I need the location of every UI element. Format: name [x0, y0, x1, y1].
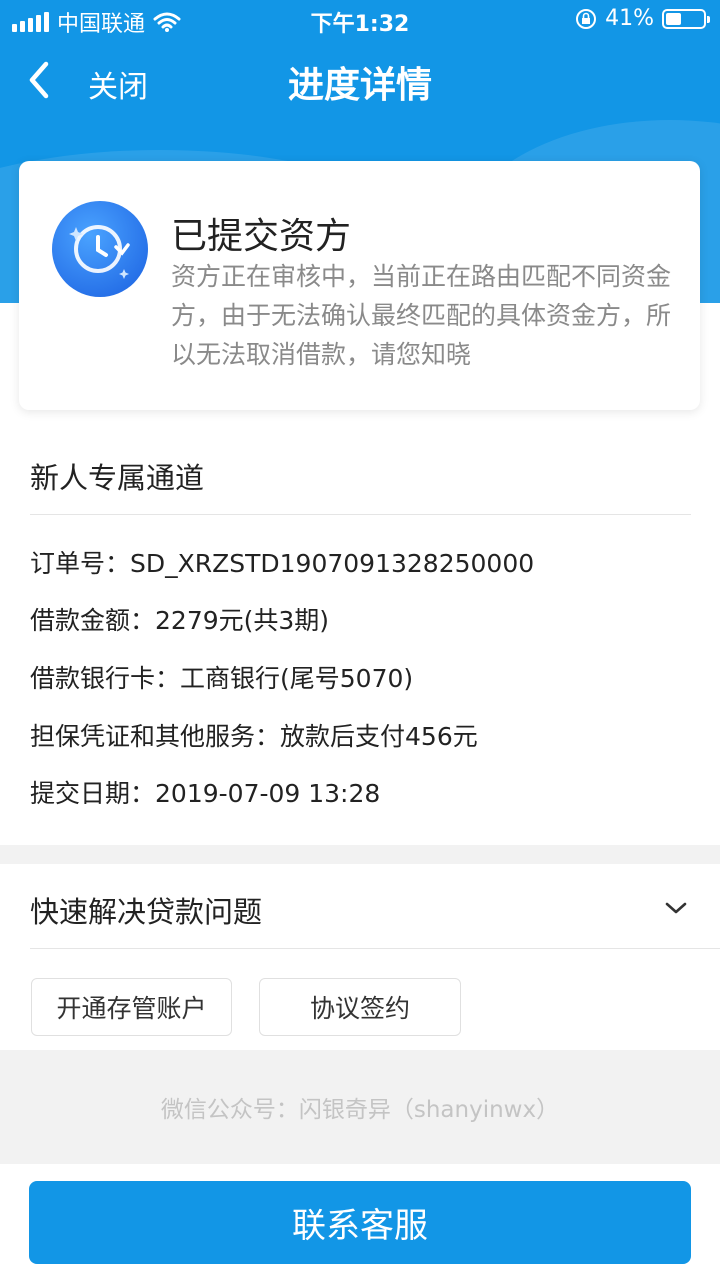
battery-percent: 41%: [605, 6, 654, 31]
row-label: 借款金额：: [30, 606, 156, 635]
row-value: 放款后支付456元: [280, 722, 478, 751]
chevron-down-icon[interactable]: [664, 896, 688, 920]
page-title: 进度详情: [287, 65, 432, 106]
loan-amount-row: 借款金额：2279元(共3期): [30, 601, 329, 637]
order-number-row: 订单号：SD_XRZSTD1907091328250000: [30, 544, 534, 580]
footer: 微信公众号：闪银奇异（shanyinwx）: [0, 1050, 720, 1164]
battery-fill: [666, 12, 681, 25]
submit-date-row: 提交日期：2019-07-09 13:28: [30, 774, 380, 810]
status-card: 已提交资方 资方正在审核中，当前正在路由匹配不同资金方，由于无法确认最终匹配的具…: [19, 161, 700, 410]
row-value: 2019-07-09 13:28: [155, 779, 381, 808]
bank-card-row: 借款银行卡：工商银行(尾号5070): [30, 659, 413, 695]
status-bar: 中国联通 下午1:32 41%: [0, 0, 720, 40]
divider: [30, 948, 720, 949]
contact-service-button[interactable]: 联系客服: [29, 1181, 691, 1264]
row-value: 2279元(共3期): [155, 606, 330, 635]
row-label: 担保凭证和其他服务：: [30, 722, 281, 751]
open-custody-account-button[interactable]: 开通存管账户: [31, 978, 232, 1036]
guarantee-row: 担保凭证和其他服务：放款后支付456元: [30, 717, 478, 753]
status-title: 已提交资方: [171, 216, 352, 257]
row-label: 订单号：: [30, 549, 131, 578]
row-value: SD_XRZSTD1907091328250000: [130, 549, 535, 578]
agreement-signing-button[interactable]: 协议签约: [259, 978, 461, 1036]
row-label: 提交日期：: [30, 779, 156, 808]
nav-bar: 关闭 进度详情: [0, 40, 720, 120]
section-gap: [0, 845, 720, 864]
rotation-lock-icon: [576, 8, 597, 29]
wechat-account-text: 微信公众号：闪银奇异（shanyinwx）: [160, 1097, 560, 1123]
row-value: 工商银行(尾号5070): [180, 664, 414, 693]
clock-refresh-icon: [52, 201, 148, 297]
status-description: 资方正在审核中，当前正在路由匹配不同资金方，由于无法确认最终匹配的具体资金方，所…: [171, 262, 672, 369]
divider: [30, 514, 691, 515]
row-label: 借款银行卡：: [30, 664, 181, 693]
battery-icon: [662, 8, 710, 29]
quick-help-title[interactable]: 快速解决贷款问题: [30, 889, 262, 931]
status-right: 41%: [575, 6, 710, 31]
section-title: 新人专属通道: [30, 461, 205, 495]
